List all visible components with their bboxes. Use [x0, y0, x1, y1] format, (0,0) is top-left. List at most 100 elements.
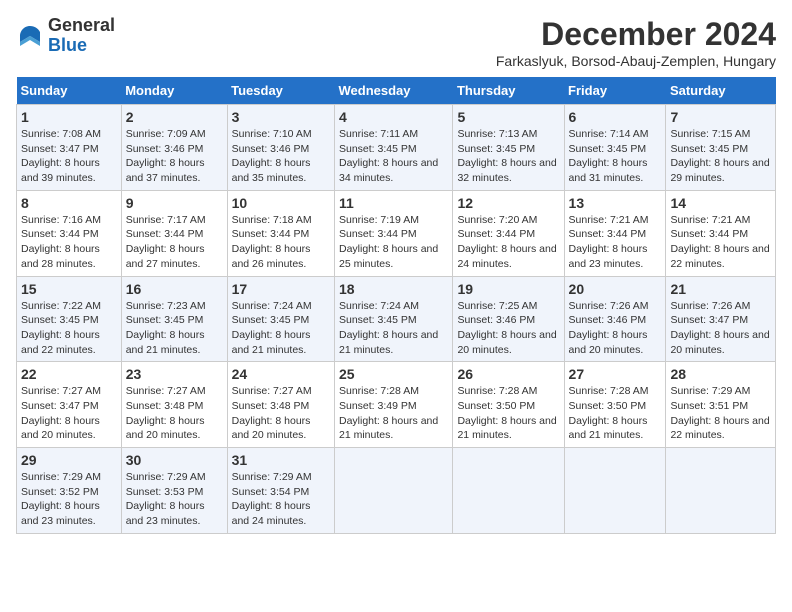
- day-cell: 28 Sunrise: 7:29 AMSunset: 3:51 PMDayligh…: [666, 362, 776, 448]
- day-number: 3: [232, 109, 330, 125]
- day-info: Sunrise: 7:26 AMSunset: 3:47 PMDaylight:…: [670, 300, 769, 356]
- day-cell: [334, 448, 452, 534]
- day-info: Sunrise: 7:08 AMSunset: 3:47 PMDaylight:…: [21, 128, 101, 184]
- day-cell: 1Sunrise: 7:08 AMSunset: 3:47 PMDaylight…: [17, 105, 122, 191]
- day-cell: 24 Sunrise: 7:27 AMSunset: 3:48 PMDayligh…: [227, 362, 334, 448]
- day-info: Sunrise: 7:23 AMSunset: 3:45 PMDaylight:…: [126, 300, 206, 356]
- day-number: 16: [126, 281, 223, 297]
- day-number: 18: [339, 281, 448, 297]
- col-header-monday: Monday: [121, 77, 227, 105]
- day-number: 28: [670, 366, 771, 382]
- week-row-5: 29 Sunrise: 7:29 AMSunset: 3:52 PMDayligh…: [17, 448, 776, 534]
- week-row-3: 15 Sunrise: 7:22 AMSunset: 3:45 PMDayligh…: [17, 276, 776, 362]
- calendar-table: SundayMondayTuesdayWednesdayThursdayFrid…: [16, 77, 776, 534]
- logo-text: General Blue: [48, 16, 115, 56]
- week-row-2: 8 Sunrise: 7:16 AMSunset: 3:44 PMDaylight…: [17, 190, 776, 276]
- day-info: Sunrise: 7:28 AMSunset: 3:50 PMDaylight:…: [457, 385, 556, 441]
- day-cell: 11 Sunrise: 7:19 AMSunset: 3:44 PMDayligh…: [334, 190, 452, 276]
- week-row-4: 22 Sunrise: 7:27 AMSunset: 3:47 PMDayligh…: [17, 362, 776, 448]
- day-cell: 4 Sunrise: 7:11 AMSunset: 3:45 PMDaylight…: [334, 105, 452, 191]
- day-number: 5: [457, 109, 559, 125]
- day-number: 19: [457, 281, 559, 297]
- day-cell: 27Sunrise: 7:28 AMSunset: 3:50 PMDayligh…: [564, 362, 666, 448]
- day-info: Sunrise: 7:24 AMSunset: 3:45 PMDaylight:…: [339, 300, 438, 356]
- day-number: 13: [569, 195, 662, 211]
- day-cell: 30 Sunrise: 7:29 AMSunset: 3:53 PMDayligh…: [121, 448, 227, 534]
- day-number: 4: [339, 109, 448, 125]
- day-number: 14: [670, 195, 771, 211]
- day-info: Sunrise: 7:25 AMSunset: 3:46 PMDaylight:…: [457, 300, 556, 356]
- day-number: 2: [126, 109, 223, 125]
- day-number: 24: [232, 366, 330, 382]
- day-cell: 8 Sunrise: 7:16 AMSunset: 3:44 PMDaylight…: [17, 190, 122, 276]
- day-number: 15: [21, 281, 117, 297]
- week-row-1: 1Sunrise: 7:08 AMSunset: 3:47 PMDaylight…: [17, 105, 776, 191]
- day-cell: 29 Sunrise: 7:29 AMSunset: 3:52 PMDayligh…: [17, 448, 122, 534]
- day-info: Sunrise: 7:19 AMSunset: 3:44 PMDaylight:…: [339, 214, 438, 270]
- day-info: Sunrise: 7:11 AMSunset: 3:45 PMDaylight:…: [339, 128, 438, 184]
- day-cell: 17Sunrise: 7:24 AMSunset: 3:45 PMDayligh…: [227, 276, 334, 362]
- day-number: 23: [126, 366, 223, 382]
- day-info: Sunrise: 7:17 AMSunset: 3:44 PMDaylight:…: [126, 214, 206, 270]
- day-info: Sunrise: 7:14 AMSunset: 3:45 PMDaylight:…: [569, 128, 649, 184]
- col-header-wednesday: Wednesday: [334, 77, 452, 105]
- day-cell: 26 Sunrise: 7:28 AMSunset: 3:50 PMDayligh…: [453, 362, 564, 448]
- calendar-header-row: SundayMondayTuesdayWednesdayThursdayFrid…: [17, 77, 776, 105]
- calendar-body: 1Sunrise: 7:08 AMSunset: 3:47 PMDaylight…: [17, 105, 776, 534]
- day-info: Sunrise: 7:26 AMSunset: 3:46 PMDaylight:…: [569, 300, 649, 356]
- day-cell: 16 Sunrise: 7:23 AMSunset: 3:45 PMDayligh…: [121, 276, 227, 362]
- day-cell: 3Sunrise: 7:10 AMSunset: 3:46 PMDaylight…: [227, 105, 334, 191]
- day-info: Sunrise: 7:24 AMSunset: 3:45 PMDaylight:…: [232, 300, 312, 356]
- day-info: Sunrise: 7:29 AMSunset: 3:51 PMDaylight:…: [670, 385, 769, 441]
- logo: General Blue: [16, 16, 115, 56]
- day-cell: 10 Sunrise: 7:18 AMSunset: 3:44 PMDayligh…: [227, 190, 334, 276]
- day-cell: [666, 448, 776, 534]
- day-cell: 19 Sunrise: 7:25 AMSunset: 3:46 PMDayligh…: [453, 276, 564, 362]
- day-number: 12: [457, 195, 559, 211]
- day-number: 11: [339, 195, 448, 211]
- col-header-thursday: Thursday: [453, 77, 564, 105]
- day-info: Sunrise: 7:16 AMSunset: 3:44 PMDaylight:…: [21, 214, 101, 270]
- day-info: Sunrise: 7:22 AMSunset: 3:45 PMDaylight:…: [21, 300, 101, 356]
- day-cell: [453, 448, 564, 534]
- day-cell: 18 Sunrise: 7:24 AMSunset: 3:45 PMDayligh…: [334, 276, 452, 362]
- day-info: Sunrise: 7:29 AMSunset: 3:52 PMDaylight:…: [21, 471, 101, 527]
- day-info: Sunrise: 7:27 AMSunset: 3:47 PMDaylight:…: [21, 385, 101, 441]
- day-cell: 31Sunrise: 7:29 AMSunset: 3:54 PMDayligh…: [227, 448, 334, 534]
- day-info: Sunrise: 7:29 AMSunset: 3:53 PMDaylight:…: [126, 471, 206, 527]
- day-info: Sunrise: 7:27 AMSunset: 3:48 PMDaylight:…: [232, 385, 312, 441]
- col-header-sunday: Sunday: [17, 77, 122, 105]
- day-info: Sunrise: 7:28 AMSunset: 3:49 PMDaylight:…: [339, 385, 438, 441]
- day-cell: 14Sunrise: 7:21 AMSunset: 3:44 PMDayligh…: [666, 190, 776, 276]
- day-info: Sunrise: 7:18 AMSunset: 3:44 PMDaylight:…: [232, 214, 312, 270]
- day-number: 8: [21, 195, 117, 211]
- day-cell: 2 Sunrise: 7:09 AMSunset: 3:46 PMDaylight…: [121, 105, 227, 191]
- logo-blue: Blue: [48, 36, 115, 56]
- day-number: 21: [670, 281, 771, 297]
- day-cell: 25 Sunrise: 7:28 AMSunset: 3:49 PMDayligh…: [334, 362, 452, 448]
- day-info: Sunrise: 7:13 AMSunset: 3:45 PMDaylight:…: [457, 128, 556, 184]
- day-number: 22: [21, 366, 117, 382]
- day-number: 10: [232, 195, 330, 211]
- day-cell: 23Sunrise: 7:27 AMSunset: 3:48 PMDayligh…: [121, 362, 227, 448]
- day-number: 30: [126, 452, 223, 468]
- day-number: 6: [569, 109, 662, 125]
- day-cell: 15 Sunrise: 7:22 AMSunset: 3:45 PMDayligh…: [17, 276, 122, 362]
- day-cell: 5 Sunrise: 7:13 AMSunset: 3:45 PMDaylight…: [453, 105, 564, 191]
- day-number: 25: [339, 366, 448, 382]
- day-info: Sunrise: 7:15 AMSunset: 3:45 PMDaylight:…: [670, 128, 769, 184]
- day-info: Sunrise: 7:20 AMSunset: 3:44 PMDaylight:…: [457, 214, 556, 270]
- day-info: Sunrise: 7:09 AMSunset: 3:46 PMDaylight:…: [126, 128, 206, 184]
- day-number: 26: [457, 366, 559, 382]
- header: General Blue December 2024 Farkaslyuk, B…: [16, 16, 776, 69]
- day-cell: 21 Sunrise: 7:26 AMSunset: 3:47 PMDayligh…: [666, 276, 776, 362]
- day-number: 9: [126, 195, 223, 211]
- day-cell: 6 Sunrise: 7:14 AMSunset: 3:45 PMDaylight…: [564, 105, 666, 191]
- day-cell: [564, 448, 666, 534]
- col-header-tuesday: Tuesday: [227, 77, 334, 105]
- day-number: 29: [21, 452, 117, 468]
- day-info: Sunrise: 7:21 AMSunset: 3:44 PMDaylight:…: [569, 214, 649, 270]
- day-cell: 22 Sunrise: 7:27 AMSunset: 3:47 PMDayligh…: [17, 362, 122, 448]
- day-cell: 20Sunrise: 7:26 AMSunset: 3:46 PMDayligh…: [564, 276, 666, 362]
- logo-general: General: [48, 16, 115, 36]
